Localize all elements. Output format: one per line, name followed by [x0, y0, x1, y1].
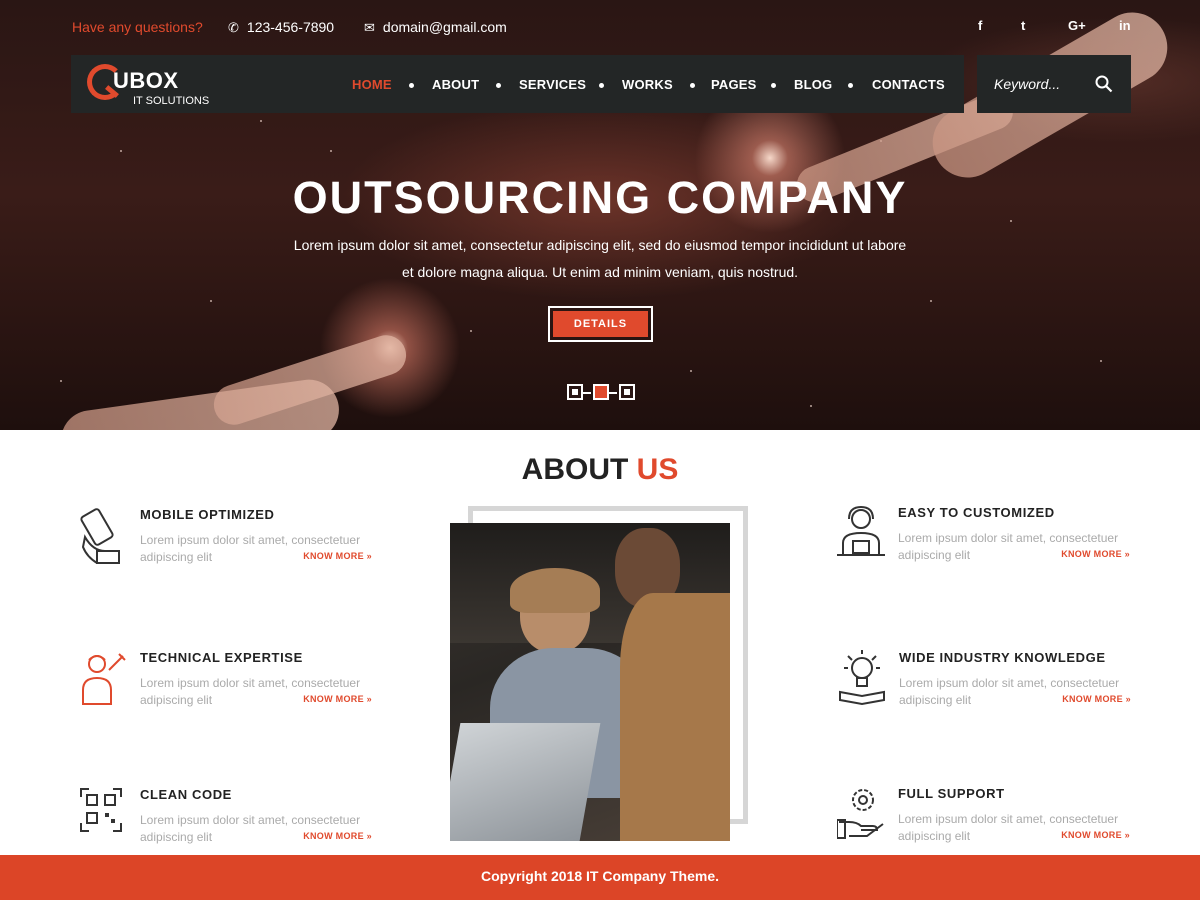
- envelope-icon: ✉: [364, 20, 375, 35]
- email-contact[interactable]: ✉ domain@gmail.com: [364, 19, 507, 36]
- top-contact-bar: Have any questions? ✆ 123-456-7890 ✉ domai…: [72, 17, 1132, 39]
- details-button[interactable]: DETAILS: [553, 311, 648, 337]
- know-more-link[interactable]: KNOW MORE »: [303, 694, 372, 704]
- feature-title: CLEAN CODE: [140, 787, 232, 802]
- star: [260, 120, 262, 122]
- footer: Copyright 2018 IT Company Theme.: [0, 855, 1200, 900]
- team-photo: [450, 523, 730, 841]
- feature-card: TECHNICAL EXPERTISE Lorem ipsum dolor si…: [79, 650, 379, 720]
- woman-hair: [510, 568, 600, 613]
- main-navbar: UBOX IT SOLUTIONS HOME ABOUT SERVICES WO…: [71, 55, 964, 113]
- nav-blog[interactable]: BLOG: [794, 77, 832, 92]
- phone-number: 123-456-7890: [246, 19, 335, 35]
- nav-separator: [496, 83, 501, 88]
- feature-title: FULL SUPPORT: [898, 786, 1005, 801]
- know-more-link[interactable]: KNOW MORE »: [303, 551, 372, 561]
- star: [690, 370, 692, 372]
- about-title-accent: US: [636, 453, 679, 486]
- nav-about[interactable]: ABOUT: [432, 77, 479, 92]
- star: [210, 300, 212, 302]
- know-more-link[interactable]: KNOW MORE »: [1061, 830, 1130, 840]
- know-more-link[interactable]: KNOW MORE »: [1061, 549, 1130, 559]
- feature-card: CLEAN CODE Lorem ipsum dolor sit amet, c…: [79, 787, 379, 857]
- slide-dot-2[interactable]: [593, 384, 609, 400]
- feature-title: MOBILE OPTIMIZED: [140, 507, 275, 522]
- slide-dot-3[interactable]: [619, 384, 635, 400]
- lightbulb-book-icon: [839, 650, 885, 706]
- nav-separator: [409, 83, 414, 88]
- logo[interactable]: UBOX IT SOLUTIONS: [87, 62, 217, 107]
- hero-slider: Have any questions? ✆ 123-456-7890 ✉ domai…: [0, 0, 1200, 430]
- nav-separator: [690, 83, 695, 88]
- logo-name: UBOX: [113, 68, 179, 93]
- about-title: ABOUT US: [0, 453, 1200, 487]
- slide-dot-1[interactable]: [567, 384, 583, 400]
- qr-code-icon: [80, 788, 122, 832]
- know-more-link[interactable]: KNOW MORE »: [1062, 694, 1131, 704]
- dot-connector: [583, 392, 591, 394]
- hero-description: Lorem ipsum dolor sit amet, consectetur …: [293, 237, 907, 280]
- slider-pagination: [567, 384, 637, 402]
- questions-text: Have any questions?: [72, 19, 203, 35]
- feature-card: WIDE INDUSTRY KNOWLEDGE Lorem ipsum dolo…: [838, 650, 1138, 720]
- feature-title: TECHNICAL EXPERTISE: [140, 650, 303, 665]
- linkedin-icon[interactable]: in: [1119, 18, 1131, 33]
- copyright-text: Copyright 2018 IT Company Theme.: [480, 868, 720, 884]
- twitter-icon[interactable]: t: [1021, 18, 1025, 33]
- search-input[interactable]: [994, 73, 1094, 95]
- search-box: [977, 55, 1131, 113]
- nav-works[interactable]: WORKS: [622, 77, 673, 92]
- gear-hand-icon: [837, 789, 884, 839]
- nav-separator: [599, 83, 604, 88]
- email-address: domain@gmail.com: [382, 19, 507, 35]
- about-title-main: ABOUT: [521, 453, 637, 486]
- feature-card: MOBILE OPTIMIZED Lorem ipsum dolor sit a…: [79, 507, 379, 577]
- hero-title: OUTSOURCING COMPANY: [292, 172, 908, 223]
- star: [1100, 360, 1102, 362]
- know-more-link[interactable]: KNOW MORE »: [303, 831, 372, 841]
- nav-home[interactable]: HOME: [352, 77, 392, 92]
- star: [930, 300, 932, 302]
- nav-contacts[interactable]: CONTACTS: [872, 77, 945, 92]
- hand-left: [57, 375, 343, 430]
- technician-icon: [82, 653, 126, 705]
- star: [470, 330, 472, 332]
- support-agent-icon: [837, 505, 885, 556]
- facebook-icon[interactable]: f: [978, 18, 982, 33]
- google-plus-icon[interactable]: G+: [1068, 18, 1086, 33]
- star: [120, 150, 122, 152]
- nav-separator: [771, 83, 776, 88]
- dot-connector: [609, 392, 617, 394]
- star: [60, 380, 62, 382]
- feature-title: WIDE INDUSTRY KNOWLEDGE: [899, 650, 1106, 665]
- logo-subtitle: IT SOLUTIONS: [133, 95, 210, 107]
- phone-icon: ✆: [228, 20, 239, 35]
- laptop: [450, 723, 601, 841]
- feature-card: EASY TO CUSTOMIZED Lorem ipsum dolor sit…: [837, 505, 1137, 575]
- search-icon[interactable]: [1095, 75, 1113, 93]
- feature-card: FULL SUPPORT Lorem ipsum dolor sit amet,…: [837, 786, 1137, 856]
- nav-services[interactable]: SERVICES: [519, 77, 586, 92]
- nav-pages[interactable]: PAGES: [711, 77, 757, 92]
- phone-contact[interactable]: ✆ 123-456-7890: [228, 19, 334, 36]
- man-shirt: [620, 593, 730, 841]
- feature-title: EASY TO CUSTOMIZED: [898, 505, 1055, 520]
- mobile-hand-icon: [80, 508, 120, 564]
- star: [330, 150, 332, 152]
- details-button-frame: DETAILS: [548, 306, 653, 342]
- star: [810, 405, 812, 407]
- nav-separator: [848, 83, 853, 88]
